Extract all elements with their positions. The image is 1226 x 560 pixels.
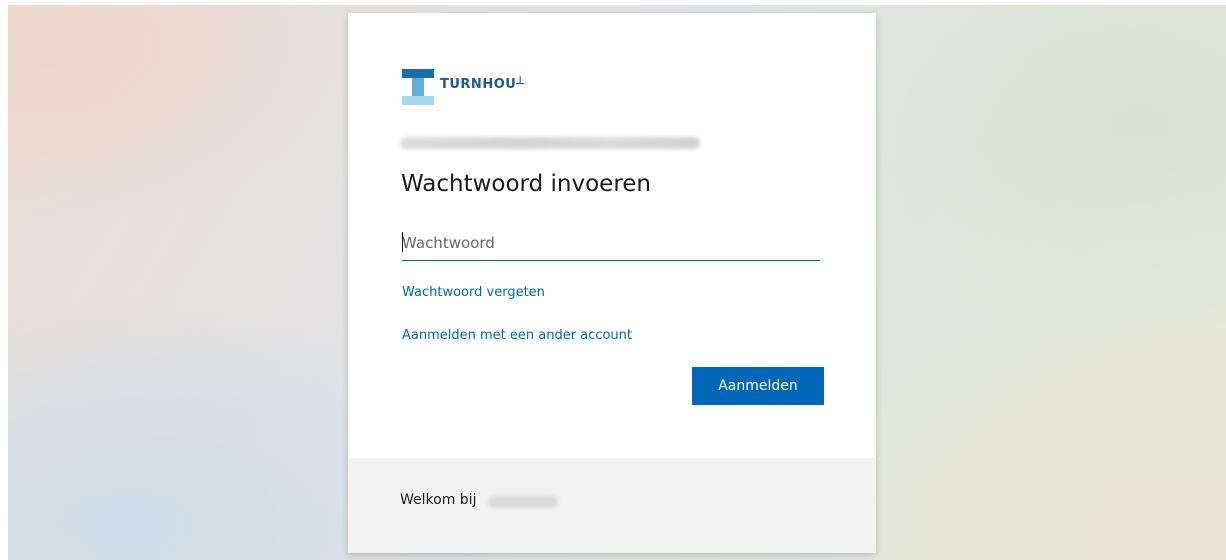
logo-text: TURNHOU┴: [440, 76, 525, 92]
signin-button[interactable]: Aanmelden: [692, 367, 824, 405]
organization-logo: TURNHOU┴: [402, 69, 525, 105]
forgot-password-link[interactable]: Wachtwoord vergeten: [402, 285, 545, 300]
logo-mark-icon: [402, 69, 434, 105]
login-card: TURNHOU┴ Wachtwoord invoeren Wachtwoord …: [348, 13, 876, 553]
account-email-redacted: [400, 137, 700, 149]
text-caret: [402, 232, 403, 252]
page-title: Wachtwoord invoeren: [401, 171, 652, 197]
card-footer: Welkom bij: [348, 458, 876, 553]
login-card-body: TURNHOU┴ Wachtwoord invoeren Wachtwoord …: [348, 13, 876, 458]
welcome-text: Welkom bij: [400, 492, 477, 508]
password-input[interactable]: [402, 226, 820, 261]
other-account-link[interactable]: Aanmelden met een ander account: [402, 328, 632, 343]
organization-name-redacted: [488, 496, 558, 508]
